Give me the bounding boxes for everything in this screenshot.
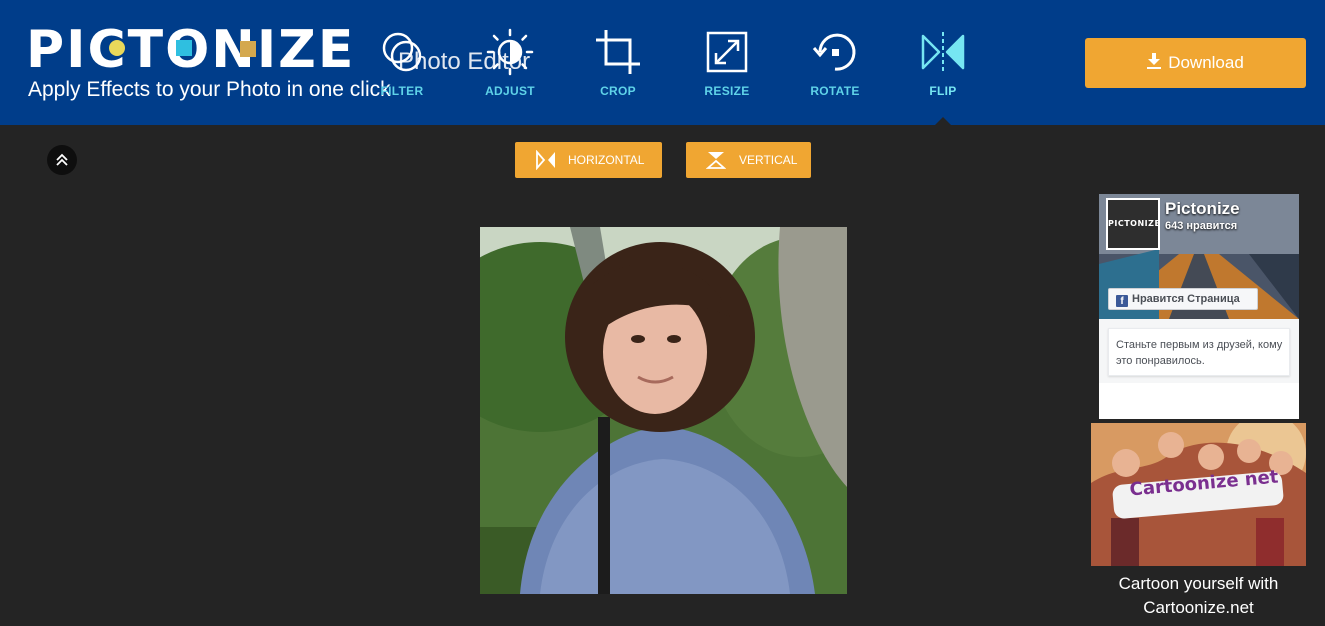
- tool-flip-label: FLIP: [929, 84, 957, 98]
- flip-vertical-icon: [706, 152, 726, 169]
- rotate-icon: [812, 33, 856, 71]
- tool-resize-label: RESIZE: [704, 84, 750, 98]
- facebook-like-label: Нравится Страница: [1132, 293, 1240, 305]
- tool-crop[interactable]: CROP: [572, 28, 664, 98]
- active-tool-indicator: [935, 117, 951, 125]
- flip-vertical-label: VERTICAL: [739, 153, 798, 167]
- facebook-friends-box: Станьте первым из друзей, кому это понра…: [1108, 328, 1290, 376]
- flip-horizontal-label: HORIZONTAL: [568, 153, 645, 167]
- cartoonize-ad-banner[interactable]: Cartoonize net: [1091, 423, 1306, 566]
- crop-icon: [596, 30, 640, 74]
- facebook-avatar-logo: PICTONIZE: [1108, 200, 1160, 248]
- scroll-top-button[interactable]: [47, 145, 77, 175]
- flip-horizontal-button[interactable]: HORIZONTAL: [515, 142, 662, 178]
- filter-icon: [382, 32, 422, 72]
- edited-photo: [480, 227, 847, 594]
- facebook-like-button[interactable]: f Нравится Страница: [1108, 288, 1258, 310]
- download-label: Download: [1168, 53, 1244, 72]
- flip-horizontal-icon: [536, 150, 555, 170]
- double-chevron-up-icon: [56, 153, 68, 166]
- pictonize-logo[interactable]: PICTONIZE Apply Effects to your Photo in…: [26, 20, 391, 106]
- flip-icon: [921, 32, 965, 72]
- adjust-icon: [486, 28, 534, 76]
- logo-tagline: Apply Effects to your Photo in one click: [28, 78, 391, 101]
- facebook-page-name[interactable]: Pictonize: [1165, 199, 1240, 219]
- download-button[interactable]: Download: [1085, 38, 1306, 88]
- tool-filter[interactable]: FILTER: [356, 28, 448, 98]
- tool-filter-label: FILTER: [380, 84, 424, 98]
- facebook-like-count: 643 нравится: [1165, 220, 1238, 232]
- tool-adjust-label: ADJUST: [485, 84, 535, 98]
- flip-vertical-button[interactable]: VERTICAL: [686, 142, 811, 178]
- download-icon: [1147, 53, 1162, 69]
- tool-adjust[interactable]: ADJUST: [464, 28, 556, 98]
- tool-rotate-label: ROTATE: [810, 84, 860, 98]
- tool-flip[interactable]: FLIP: [897, 28, 989, 98]
- facebook-page-widget[interactable]: PICTONIZE Pictonize 643 нравится f Нравит…: [1099, 194, 1299, 419]
- logo-wordmark: PICTONIZE: [26, 20, 353, 80]
- facebook-friends-text: Станьте первым из друзей, кому это понра…: [1116, 339, 1283, 367]
- photo-canvas[interactable]: [480, 227, 847, 594]
- facebook-page-avatar[interactable]: PICTONIZE: [1106, 198, 1160, 250]
- resize-icon: [706, 31, 748, 73]
- facebook-icon: f: [1116, 295, 1128, 307]
- tool-rotate[interactable]: ROTATE: [789, 28, 881, 98]
- tool-resize[interactable]: RESIZE: [681, 28, 773, 98]
- ad-caption[interactable]: Cartoon yourself with Cartoonize.net: [1091, 572, 1306, 620]
- tool-crop-label: CROP: [600, 84, 636, 98]
